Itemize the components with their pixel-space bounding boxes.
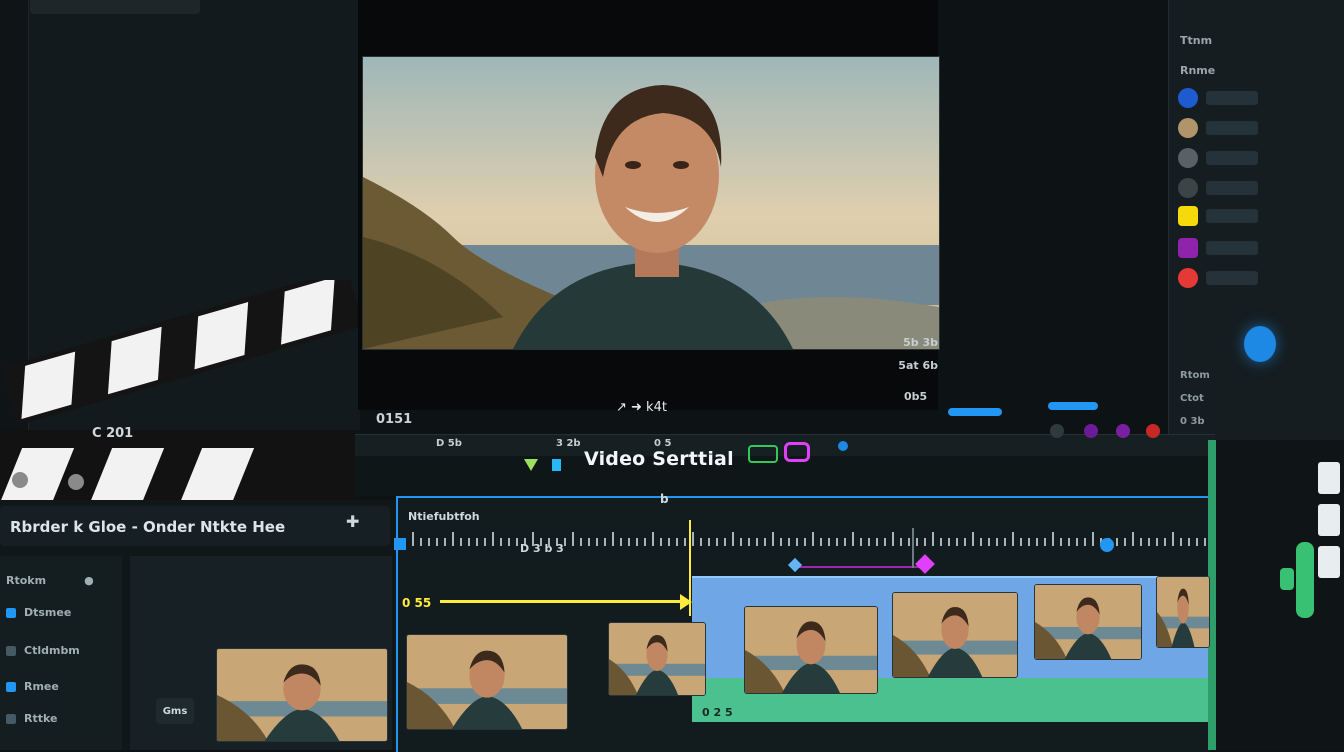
clapperboard-icon: [0, 280, 360, 530]
ruler-marker: b: [660, 492, 669, 506]
collapse-triangle-icon[interactable]: [524, 459, 538, 471]
right-panel-heading: Ttnm: [1180, 34, 1213, 47]
blue-swatch-icon[interactable]: [1178, 88, 1198, 108]
timeline-title-bar: [355, 456, 1215, 496]
playhead-time: D 3 b 3: [520, 542, 564, 555]
toolbar-toggle-icon[interactable]: [1116, 424, 1130, 438]
zoom-slider[interactable]: [948, 408, 1002, 416]
keyframe-path: [796, 566, 924, 568]
clapper-label: C 201: [92, 426, 134, 441]
link-toggle-icon[interactable]: [784, 442, 810, 462]
gray-swatch-icon[interactable]: [1178, 148, 1198, 168]
viewer-info-line: 5at 6b: [898, 359, 938, 372]
clip-thumbnail[interactable]: [744, 606, 878, 694]
swatch-label: [1206, 121, 1258, 135]
swatch-label: [1206, 151, 1258, 165]
track-list-item[interactable]: Rtokm ●: [6, 574, 94, 587]
panel-toggle-icon[interactable]: [1318, 546, 1340, 578]
track-color-icon: [6, 607, 16, 618]
audio-level-line: [440, 600, 686, 603]
right-lower-label: 0 3b: [1180, 416, 1205, 427]
marker-handle[interactable]: [1100, 538, 1114, 552]
purple-swatch-icon[interactable]: [1178, 238, 1198, 258]
track-name: Rttke: [24, 712, 58, 725]
color-swatch-row[interactable]: [1178, 178, 1258, 198]
panel-toggle-icon[interactable]: [1318, 462, 1340, 494]
yellow-swatch-icon[interactable]: [1178, 206, 1198, 226]
panel-tab[interactable]: [30, 0, 200, 14]
viewer-timecode: 0151: [376, 412, 413, 427]
right-panel-lower: Rtom Ctot 0 3b: [1180, 370, 1330, 427]
swatch-label: [1206, 209, 1258, 223]
tan-swatch-icon[interactable]: [1178, 118, 1198, 138]
snap-toggle-icon[interactable]: [748, 445, 778, 463]
track-list-item[interactable]: Rttke: [6, 712, 57, 725]
track-name: Rmee: [24, 680, 59, 693]
sequence-name: Rbrder k Gloe - Onder Ntkte Hee: [10, 518, 286, 536]
track-name: Dtsmee: [24, 606, 72, 619]
track-color-icon: [6, 681, 16, 692]
arrow-right-icon: [680, 594, 692, 610]
track-name: Rtokm: [6, 574, 47, 587]
swatch-label: [1206, 241, 1258, 255]
clip-thumbnail[interactable]: [608, 622, 706, 696]
swatch-label: [1206, 91, 1258, 105]
track-color-icon: [6, 645, 16, 656]
volume-fader[interactable]: [1296, 542, 1314, 618]
project-title: Video Serttial: [584, 448, 734, 470]
color-swatch-row[interactable]: [1178, 238, 1258, 258]
toolbar-toggle-icon[interactable]: [1084, 424, 1098, 438]
clip-thumbnail[interactable]: [892, 592, 1018, 678]
toolbar-label[interactable]: D 5b: [436, 438, 462, 449]
clip-thumbnail[interactable]: [216, 648, 388, 742]
color-swatch-row[interactable]: [1178, 268, 1258, 288]
clip-thumbnail[interactable]: [406, 634, 568, 730]
color-swatch-row[interactable]: [1178, 118, 1258, 138]
track-button[interactable]: Gms: [156, 698, 194, 724]
fader-knob[interactable]: [1280, 568, 1294, 590]
clip-thumbnail[interactable]: [1156, 576, 1210, 648]
dark-swatch-icon[interactable]: [1178, 178, 1198, 198]
toolbar-label[interactable]: 3 2b: [556, 438, 581, 449]
track-list-item[interactable]: Ctldmbm: [6, 644, 80, 657]
record-dot-icon[interactable]: [1146, 424, 1160, 438]
swatch-label: [1206, 271, 1258, 285]
viewer-info-overlay: 5b 3b 5at 6b: [838, 336, 938, 380]
right-panel-subheading: Rnme: [1180, 64, 1216, 77]
panel-toggle-icon[interactable]: [1318, 504, 1340, 536]
right-lower-label: Ctot: [1180, 393, 1204, 404]
red-swatch-icon[interactable]: [1178, 268, 1198, 288]
in-point-handle[interactable]: [394, 538, 406, 550]
swatch-label: [1206, 181, 1258, 195]
viewer-info-right: 0b5: [904, 390, 928, 403]
viewer-info-line: 5b 3b: [903, 336, 938, 349]
track-color-icon: [6, 713, 16, 724]
track-list-item[interactable]: Dtsmee: [6, 606, 71, 619]
volume-slider[interactable]: [1048, 402, 1098, 410]
toolbar-toggle-icon[interactable]: [1050, 424, 1064, 438]
color-swatch-row[interactable]: [1178, 148, 1258, 168]
track-name: Ctldmbm: [24, 644, 80, 657]
color-swatch-row[interactable]: [1178, 88, 1258, 108]
viewer-video-frame[interactable]: [362, 56, 940, 350]
transport-controls[interactable]: ↗ ➜ k4t: [616, 400, 667, 415]
color-swatch-row[interactable]: [1178, 206, 1258, 226]
marker-line: [912, 528, 914, 568]
track-list-item[interactable]: Rmee: [6, 680, 59, 693]
clip-thumbnail[interactable]: [1034, 584, 1142, 660]
audio-level-label: 0 55: [402, 596, 432, 610]
add-track-icon[interactable]: ✚: [346, 512, 359, 531]
right-lower-label: Rtom: [1180, 370, 1210, 381]
clip-duration: 0 2 5: [702, 706, 733, 719]
marker-icon[interactable]: [838, 441, 848, 451]
track-color-icon: [552, 459, 561, 471]
track-menu-icon[interactable]: ●: [84, 574, 94, 587]
record-button[interactable]: [1244, 326, 1276, 362]
